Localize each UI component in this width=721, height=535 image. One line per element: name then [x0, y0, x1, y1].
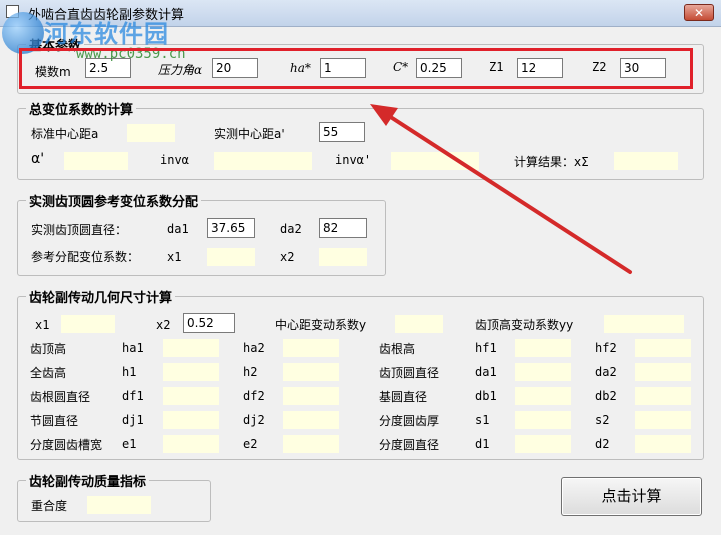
annotation-arrow-icon — [370, 104, 632, 274]
